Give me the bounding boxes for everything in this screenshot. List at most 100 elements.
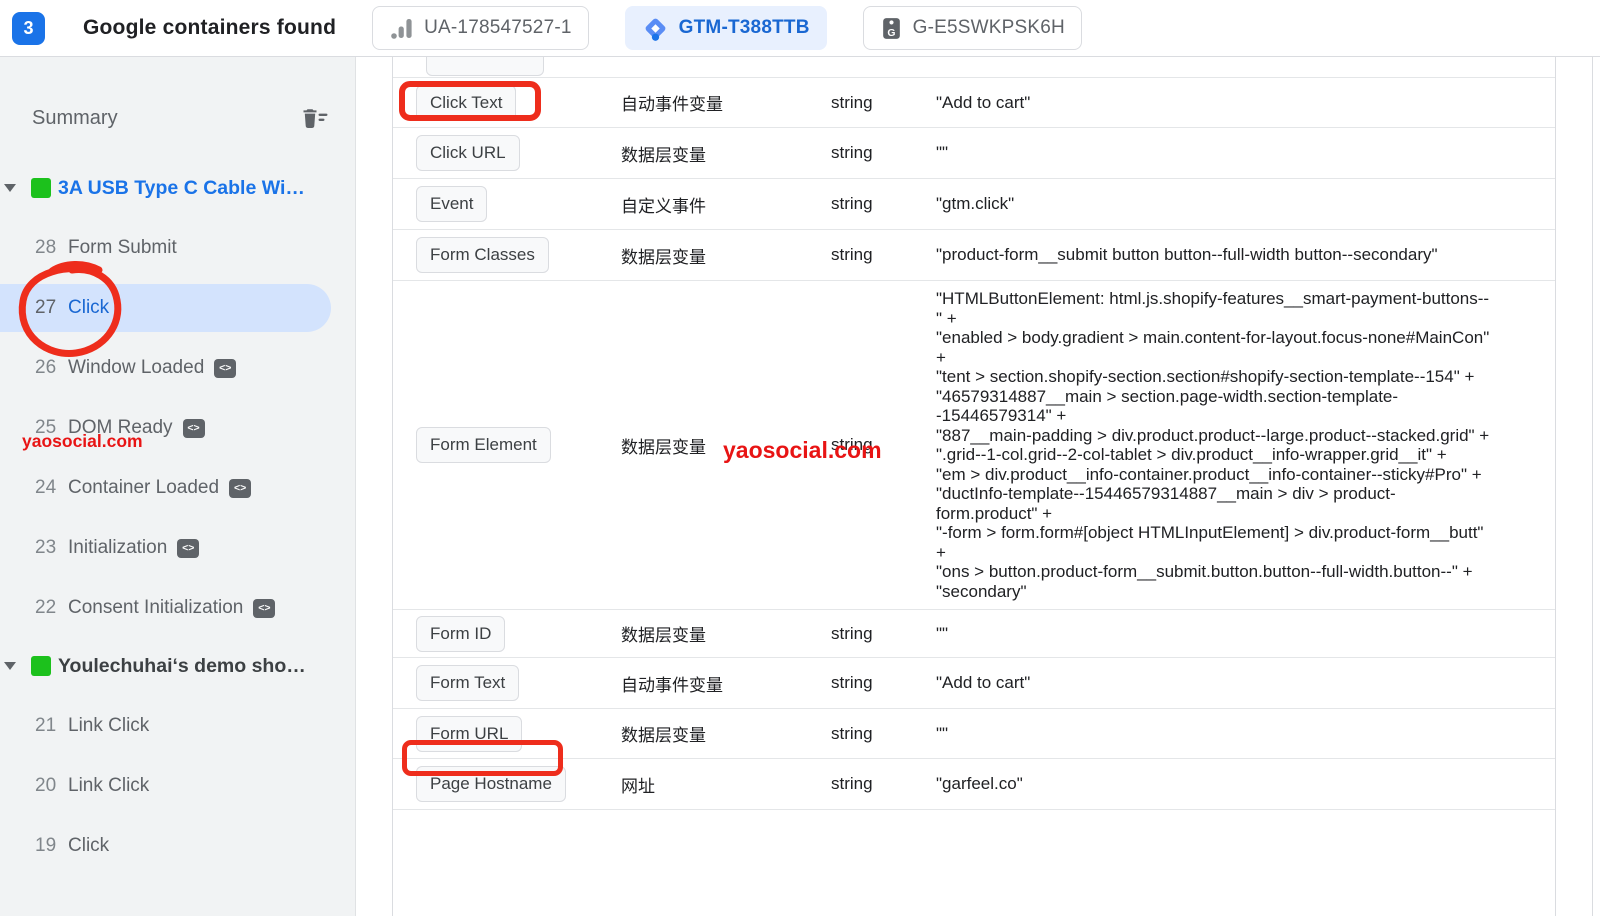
container-group-title[interactable]: Youlechuhai‘s demo sho… bbox=[0, 651, 355, 681]
chevron-down-icon bbox=[4, 184, 16, 192]
variable-name-chip: Click Text bbox=[416, 84, 517, 121]
value-type-cell: string bbox=[831, 143, 873, 162]
header-bar: 3 Google containers found UA-178547527-1… bbox=[0, 0, 1600, 57]
watermark-text: yaosocial.com bbox=[723, 437, 882, 463]
variable-name-chip: Click URL bbox=[416, 135, 520, 171]
event-number: 20 bbox=[35, 775, 57, 796]
event-list-item[interactable]: 22 Consent Initialization bbox=[0, 584, 355, 632]
partial-row-top bbox=[393, 57, 1555, 78]
variable-name-cell: Form Element bbox=[393, 427, 621, 463]
variable-value-cell: "Add to cart" bbox=[936, 92, 1031, 112]
event-number: 27 bbox=[35, 297, 57, 318]
event-list-item[interactable]: 23 Initialization bbox=[0, 524, 355, 572]
page-title: Google containers found bbox=[83, 16, 337, 39]
container-chips: UA-178547527-1 GTM-T388TTB G G-E5SWKPSK6… bbox=[336, 6, 1082, 50]
event-label: Container Loaded bbox=[68, 477, 220, 498]
tag-assistant-window: 3 Google containers found UA-178547527-1… bbox=[0, 0, 1600, 916]
variable-row: Form ID 数据层变量 string "" bbox=[393, 610, 1555, 658]
variable-name-cell: Form Classes bbox=[393, 237, 621, 273]
event-label: Link Click bbox=[68, 715, 150, 736]
value-line: "secondary" bbox=[936, 581, 1027, 601]
variable-type-cell: 数据层变量 bbox=[621, 626, 706, 645]
event-number: 28 bbox=[35, 237, 57, 258]
event-list-item[interactable]: 28 Form Submit bbox=[0, 224, 355, 272]
value-type-cell: string bbox=[831, 723, 873, 743]
variable-name-cell: Click Text bbox=[393, 84, 621, 121]
summary-row[interactable]: Summary bbox=[32, 103, 329, 133]
container-group-label: 3A USB Type C Cable Wi… bbox=[58, 176, 305, 199]
variable-row: Form Element 数据层变量 string "HTMLButtonEle… bbox=[393, 281, 1555, 610]
container-id: UA-178547527-1 bbox=[424, 17, 572, 38]
variable-name-chip: Form Element bbox=[416, 427, 551, 463]
variable-row: Form Text 自动事件变量 string "Add to cart" bbox=[393, 658, 1555, 709]
event-number: 22 bbox=[35, 597, 57, 618]
scrollbar-track[interactable] bbox=[1592, 57, 1593, 916]
event-number: 24 bbox=[35, 477, 57, 498]
container-status-square bbox=[31, 656, 51, 676]
variables-table: Click Text 自动事件变量 string "Add to cart" C… bbox=[392, 57, 1556, 916]
variable-type-cell: 网址 bbox=[621, 776, 655, 796]
variable-row: Form URL 数据层变量 string "" bbox=[393, 709, 1555, 759]
variable-value-cell: "Add to cart" bbox=[936, 673, 1031, 693]
variable-value-cell: "garfeel.co" bbox=[936, 774, 1023, 794]
event-list-item[interactable]: 21 Link Click bbox=[0, 702, 355, 750]
container-count-badge: 3 bbox=[12, 11, 45, 45]
container-chip[interactable]: GTM-T388TTB bbox=[624, 6, 827, 50]
container-chip[interactable]: G G-E5SWKPSK6H bbox=[862, 6, 1082, 50]
variable-name-cell: Form ID bbox=[393, 615, 621, 652]
variable-row: Click Text 自动事件变量 string "Add to cart" bbox=[393, 78, 1555, 128]
trash-clear-icon[interactable] bbox=[299, 106, 329, 130]
value-line: "46579314887__main > section.page-width.… bbox=[936, 386, 1399, 426]
value-line: "tent > section.shopify-section.section#… bbox=[936, 367, 1475, 386]
code-icon bbox=[182, 418, 205, 438]
event-list-item[interactable]: 24 Container Loaded bbox=[0, 464, 355, 512]
event-label: Initialization bbox=[68, 537, 168, 558]
value-line: "em > div.product__info-container.produc… bbox=[936, 464, 1482, 484]
variable-name-chip: Page Hostname bbox=[416, 766, 566, 802]
container-group-title[interactable]: 3A USB Type C Cable Wi… bbox=[0, 173, 355, 203]
value-type-cell: string bbox=[831, 774, 873, 793]
variable-type-cell: 数据层变量 bbox=[621, 145, 706, 165]
event-list-item[interactable]: 26 Window Loaded bbox=[0, 344, 355, 392]
variable-value-cell: "" bbox=[936, 623, 949, 643]
partial-chip bbox=[426, 57, 544, 76]
event-list-item[interactable]: 19 Click bbox=[0, 822, 355, 870]
event-label: Window Loaded bbox=[68, 357, 205, 378]
watermark-text: yaosocial.com bbox=[22, 431, 143, 451]
event-list-item[interactable]: 20 Link Click bbox=[0, 762, 355, 810]
variable-name-chip: Form ID bbox=[416, 615, 506, 652]
event-label: Consent Initialization bbox=[68, 597, 244, 618]
variable-name-cell: Form Text bbox=[393, 665, 621, 701]
variable-name-cell: Click URL bbox=[393, 135, 621, 171]
event-label: Click bbox=[68, 297, 110, 318]
variable-value-cell: "" bbox=[936, 723, 949, 743]
container-id: G-E5SWKPSK6H bbox=[912, 17, 1065, 38]
variable-name-cell: Form URL bbox=[393, 715, 621, 752]
variables-table-rows: Click Text 自动事件变量 string "Add to cart" C… bbox=[393, 78, 1555, 810]
code-icon bbox=[229, 478, 252, 498]
sidebar-groups: 3A USB Type C Cable Wi… 28 Form Submit 2… bbox=[0, 173, 355, 870]
variable-type-cell: 自动事件变量 bbox=[621, 95, 723, 114]
variable-type-cell: 数据层变量 bbox=[621, 247, 706, 267]
event-label: Link Click bbox=[68, 775, 150, 796]
value-type-cell: string bbox=[831, 245, 873, 264]
variable-value-cell: "" bbox=[936, 143, 949, 163]
value-line: "887__main-padding > div.product.product… bbox=[936, 425, 1490, 445]
value-line: "ons > button.product-form__submit.butto… bbox=[936, 562, 1473, 581]
event-number: 21 bbox=[35, 715, 57, 736]
svg-text:G: G bbox=[887, 27, 895, 38]
value-line: "enabled > body.gradient > main.content-… bbox=[936, 328, 1490, 367]
gtm-diamond-icon bbox=[642, 15, 669, 42]
value-type-cell: string bbox=[831, 673, 873, 692]
variable-value-cell: "HTMLButtonElement: html.js.shopify-feat… bbox=[936, 281, 1555, 609]
value-type-cell: string bbox=[831, 623, 873, 643]
event-number: 19 bbox=[35, 835, 57, 856]
ga4-tag-icon: G bbox=[880, 16, 903, 41]
value-line: "ductInfo-template--15446579314887__main… bbox=[936, 484, 1396, 523]
code-icon bbox=[214, 358, 237, 378]
event-list-item[interactable]: 27 Click bbox=[0, 284, 331, 332]
variable-value-cell: "gtm.click" bbox=[936, 194, 1015, 214]
variable-row: Form Classes 数据层变量 string "product-form_… bbox=[393, 230, 1555, 281]
summary-label: Summary bbox=[32, 106, 118, 129]
container-chip[interactable]: UA-178547527-1 bbox=[372, 6, 589, 50]
